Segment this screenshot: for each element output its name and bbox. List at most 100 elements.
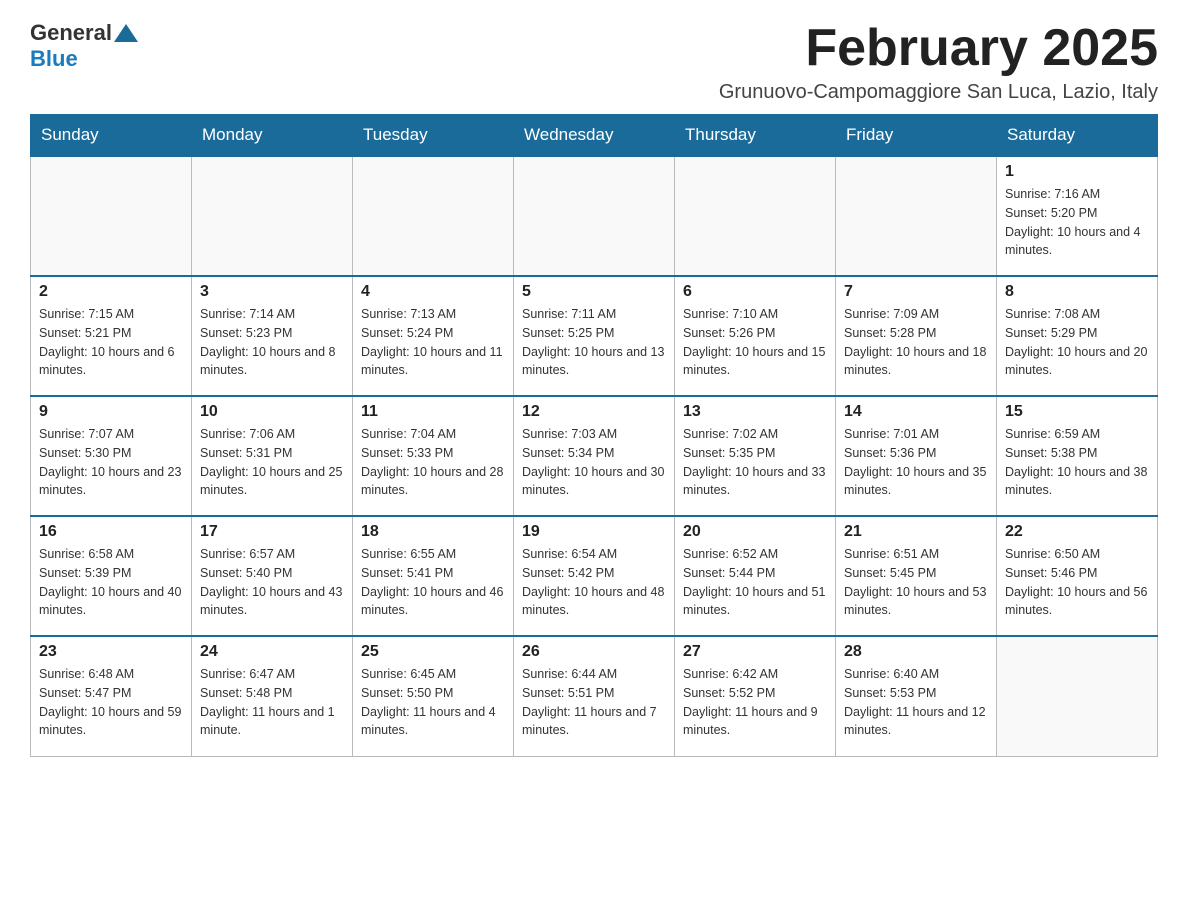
day-info: Sunrise: 6:54 AMSunset: 5:42 PMDaylight:… xyxy=(522,545,666,620)
table-row: 24Sunrise: 6:47 AMSunset: 5:48 PMDayligh… xyxy=(192,636,353,756)
day-number: 23 xyxy=(39,643,183,661)
table-row xyxy=(997,636,1158,756)
table-row xyxy=(353,156,514,276)
table-row: 19 Sunrise: 6:54 AMSunset: 5:42 PMDayligh… xyxy=(514,516,675,636)
day-number: 18 xyxy=(361,523,505,541)
table-row: 8Sunrise: 7:08 AMSunset: 5:29 PMDaylight… xyxy=(997,276,1158,396)
day-number: 20 xyxy=(683,523,827,541)
day-number: 10 xyxy=(200,403,344,421)
day-info: Sunrise: 6:52 AMSunset: 5:44 PMDaylight:… xyxy=(683,545,827,620)
logo-general-text: General xyxy=(30,20,112,46)
col-saturday: Saturday xyxy=(997,115,1158,157)
day-info: Sunrise: 6:58 AMSunset: 5:39 PMDaylight:… xyxy=(39,545,183,620)
day-info: Sunrise: 6:47 AMSunset: 5:48 PMDaylight:… xyxy=(200,665,344,740)
day-number: 4 xyxy=(361,283,505,301)
day-number: 27 xyxy=(683,643,827,661)
day-number: 19 xyxy=(522,523,666,541)
day-info: Sunrise: 7:09 AMSunset: 5:28 PMDaylight:… xyxy=(844,305,988,380)
day-info: Sunrise: 6:48 AMSunset: 5:47 PMDaylight:… xyxy=(39,665,183,740)
day-info: Sunrise: 6:51 AMSunset: 5:45 PMDaylight:… xyxy=(844,545,988,620)
table-row xyxy=(514,156,675,276)
title-block: February 2025 Grunuovo-Campomaggiore San… xyxy=(719,20,1158,104)
table-row: 16 Sunrise: 6:58 AMSunset: 5:39 PMDayligh… xyxy=(31,516,192,636)
table-row: 25Sunrise: 6:45 AMSunset: 5:50 PMDayligh… xyxy=(353,636,514,756)
table-row: 14Sunrise: 7:01 AMSunset: 5:36 PMDayligh… xyxy=(836,396,997,516)
table-row xyxy=(192,156,353,276)
day-info: Sunrise: 7:07 AMSunset: 5:30 PMDaylight:… xyxy=(39,425,183,500)
table-row: 13 Sunrise: 7:02 AMSunset: 5:35 PMDayligh… xyxy=(675,396,836,516)
day-info: Sunrise: 7:14 AMSunset: 5:23 PMDaylight:… xyxy=(200,305,344,380)
day-number: 7 xyxy=(844,283,988,301)
table-row: 22 Sunrise: 6:50 AMSunset: 5:46 PMDayligh… xyxy=(997,516,1158,636)
table-row: 4 Sunrise: 7:13 AMSunset: 5:24 PMDaylight… xyxy=(353,276,514,396)
table-row: 21 Sunrise: 6:51 AMSunset: 5:45 PMDayligh… xyxy=(836,516,997,636)
day-info: Sunrise: 6:40 AMSunset: 5:53 PMDaylight:… xyxy=(844,665,988,740)
table-row: 20 Sunrise: 6:52 AMSunset: 5:44 PMDayligh… xyxy=(675,516,836,636)
day-number: 1 xyxy=(1005,163,1149,181)
day-info: Sunrise: 7:06 AMSunset: 5:31 PMDaylight:… xyxy=(200,425,344,500)
table-row: 15 Sunrise: 6:59 AMSunset: 5:38 PMDayligh… xyxy=(997,396,1158,516)
day-number: 12 xyxy=(522,403,666,421)
day-number: 17 xyxy=(200,523,344,541)
logo: General Blue xyxy=(30,20,140,72)
table-row: 27 Sunrise: 6:42 AMSunset: 5:52 PMDayligh… xyxy=(675,636,836,756)
day-number: 25 xyxy=(361,643,505,661)
table-row: 23 Sunrise: 6:48 AMSunset: 5:47 PMDayligh… xyxy=(31,636,192,756)
day-number: 28 xyxy=(844,643,988,661)
table-row: 11Sunrise: 7:04 AMSunset: 5:33 PMDayligh… xyxy=(353,396,514,516)
page-header: General Blue February 2025 Grunuovo-Camp… xyxy=(30,20,1158,104)
table-row xyxy=(31,156,192,276)
calendar-week-3: 9 Sunrise: 7:07 AMSunset: 5:30 PMDaylight… xyxy=(31,396,1158,516)
logo-triangle-icon xyxy=(114,24,138,42)
table-row: 17 Sunrise: 6:57 AMSunset: 5:40 PMDayligh… xyxy=(192,516,353,636)
day-number: 16 xyxy=(39,523,183,541)
col-monday: Monday xyxy=(192,115,353,157)
day-number: 21 xyxy=(844,523,988,541)
day-info: Sunrise: 6:59 AMSunset: 5:38 PMDaylight:… xyxy=(1005,425,1149,500)
day-number: 5 xyxy=(522,283,666,301)
table-row: 18 Sunrise: 6:55 AMSunset: 5:41 PMDayligh… xyxy=(353,516,514,636)
col-thursday: Thursday xyxy=(675,115,836,157)
calendar-header-row: Sunday Monday Tuesday Wednesday Thursday… xyxy=(31,115,1158,157)
day-info: Sunrise: 7:02 AMSunset: 5:35 PMDaylight:… xyxy=(683,425,827,500)
logo-blue-text: Blue xyxy=(30,46,78,71)
calendar-week-4: 16 Sunrise: 6:58 AMSunset: 5:39 PMDayligh… xyxy=(31,516,1158,636)
day-info: Sunrise: 6:57 AMSunset: 5:40 PMDaylight:… xyxy=(200,545,344,620)
day-number: 9 xyxy=(39,403,183,421)
day-number: 15 xyxy=(1005,403,1149,421)
table-row: 26 Sunrise: 6:44 AMSunset: 5:51 PMDayligh… xyxy=(514,636,675,756)
day-info: Sunrise: 6:50 AMSunset: 5:46 PMDaylight:… xyxy=(1005,545,1149,620)
day-number: 26 xyxy=(522,643,666,661)
table-row: 6 Sunrise: 7:10 AMSunset: 5:26 PMDaylight… xyxy=(675,276,836,396)
day-number: 22 xyxy=(1005,523,1149,541)
day-info: Sunrise: 7:16 AMSunset: 5:20 PMDaylight:… xyxy=(1005,185,1149,260)
day-number: 14 xyxy=(844,403,988,421)
day-number: 13 xyxy=(683,403,827,421)
day-info: Sunrise: 6:55 AMSunset: 5:41 PMDaylight:… xyxy=(361,545,505,620)
day-number: 2 xyxy=(39,283,183,301)
day-info: Sunrise: 7:04 AMSunset: 5:33 PMDaylight:… xyxy=(361,425,505,500)
table-row: 3 Sunrise: 7:14 AMSunset: 5:23 PMDaylight… xyxy=(192,276,353,396)
day-info: Sunrise: 7:10 AMSunset: 5:26 PMDaylight:… xyxy=(683,305,827,380)
day-info: Sunrise: 7:03 AMSunset: 5:34 PMDaylight:… xyxy=(522,425,666,500)
calendar-week-5: 23 Sunrise: 6:48 AMSunset: 5:47 PMDayligh… xyxy=(31,636,1158,756)
month-title: February 2025 xyxy=(719,20,1158,77)
table-row: 7 Sunrise: 7:09 AMSunset: 5:28 PMDaylight… xyxy=(836,276,997,396)
day-info: Sunrise: 7:15 AMSunset: 5:21 PMDaylight:… xyxy=(39,305,183,380)
calendar-table: Sunday Monday Tuesday Wednesday Thursday… xyxy=(30,114,1158,757)
table-row: 5Sunrise: 7:11 AMSunset: 5:25 PMDaylight… xyxy=(514,276,675,396)
col-sunday: Sunday xyxy=(31,115,192,157)
day-info: Sunrise: 6:44 AMSunset: 5:51 PMDaylight:… xyxy=(522,665,666,740)
day-info: Sunrise: 7:08 AMSunset: 5:29 PMDaylight:… xyxy=(1005,305,1149,380)
table-row: 28 Sunrise: 6:40 AMSunset: 5:53 PMDayligh… xyxy=(836,636,997,756)
table-row xyxy=(836,156,997,276)
day-number: 6 xyxy=(683,283,827,301)
table-row: 9 Sunrise: 7:07 AMSunset: 5:30 PMDaylight… xyxy=(31,396,192,516)
table-row: 2 Sunrise: 7:15 AMSunset: 5:21 PMDaylight… xyxy=(31,276,192,396)
day-number: 3 xyxy=(200,283,344,301)
calendar-week-2: 2 Sunrise: 7:15 AMSunset: 5:21 PMDaylight… xyxy=(31,276,1158,396)
calendar-week-1: 1 Sunrise: 7:16 AMSunset: 5:20 PMDaylight… xyxy=(31,156,1158,276)
day-info: Sunrise: 6:42 AMSunset: 5:52 PMDaylight:… xyxy=(683,665,827,740)
location-title: Grunuovo-Campomaggiore San Luca, Lazio, … xyxy=(719,81,1158,104)
day-info: Sunrise: 7:13 AMSunset: 5:24 PMDaylight:… xyxy=(361,305,505,380)
